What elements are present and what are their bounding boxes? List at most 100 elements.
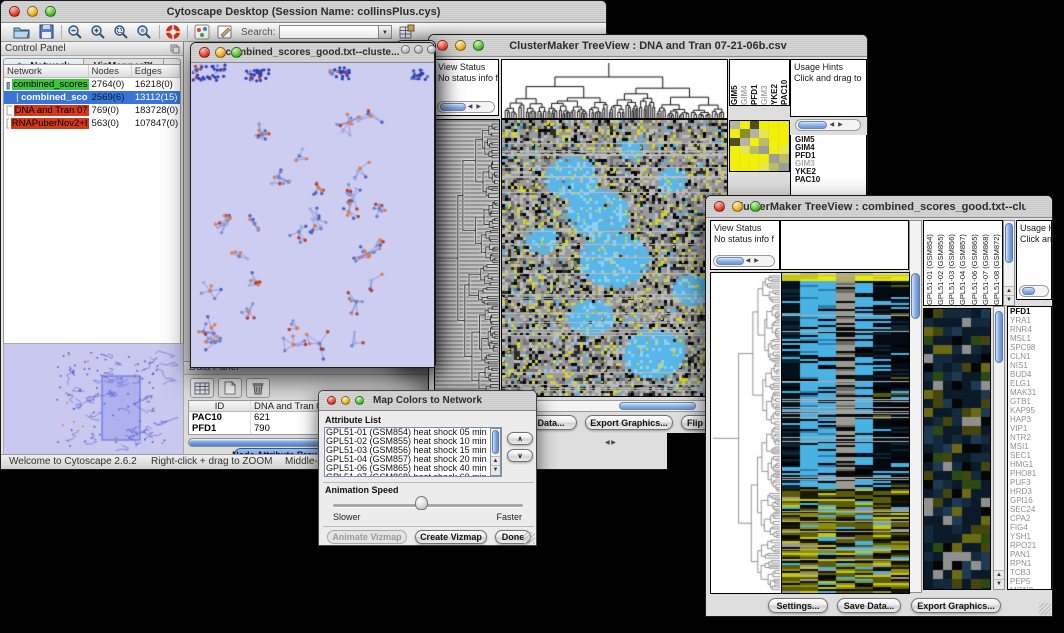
gene-label[interactable]: BUD4 [1010, 370, 1051, 379]
minimize-button[interactable] [732, 201, 743, 212]
gene-label[interactable]: FIG4 [1010, 523, 1051, 532]
matrix-cell[interactable] [730, 146, 740, 154]
gene-label[interactable]: SEC24 [1010, 505, 1051, 514]
matrix-cell[interactable] [759, 129, 769, 137]
zoom-row-labels[interactable]: GIM5GIM4PFD1GIM3YKE2PAC10 [791, 135, 866, 184]
close-button[interactable] [714, 201, 725, 212]
column-tree-area[interactable] [780, 220, 909, 270]
gene-label[interactable]: PAC10 [795, 176, 866, 184]
array-label[interactable]: GIM4 [740, 60, 749, 105]
gene-label[interactable]: HMG1 [1010, 460, 1051, 469]
treeview2-column-labels[interactable]: GPL51-01 (GSM854)GPL51-02 (GSM855)GPL51-… [923, 220, 1003, 306]
network-title-bar[interactable]: combined_scores_good.txt--cluste... [191, 43, 434, 63]
matrix-cell[interactable] [730, 121, 740, 129]
minimize-button[interactable] [27, 6, 38, 17]
matrix-cell[interactable] [730, 163, 740, 171]
matrix-cell[interactable] [779, 121, 789, 129]
network-overview-canvas[interactable] [3, 343, 184, 455]
gene-label[interactable]: YRA1 [1010, 316, 1051, 325]
array-label[interactable]: GPL51-02 (GSM855) [936, 221, 945, 305]
export-graphics-button[interactable]: Export Graphics... [911, 598, 1001, 613]
scroll-arrows[interactable]: ◀ ▶ [605, 439, 616, 446]
gene-label[interactable]: NTR2 [1010, 433, 1051, 442]
attribute-list-scrollbar[interactable]: ▲ ▼ [490, 428, 501, 476]
zoom-button[interactable] [45, 6, 56, 17]
matrix-cell[interactable] [740, 129, 750, 137]
gene-label[interactable]: VIP1 [1010, 424, 1051, 433]
zoom-selected-button[interactable] [136, 24, 154, 40]
gene-label[interactable]: MSL1 [1010, 334, 1051, 343]
matrix-cell[interactable] [730, 138, 740, 146]
animate-vizmap-button[interactable]: Animate Vizmap [327, 530, 407, 544]
matrix-cell[interactable] [779, 146, 789, 154]
export-graphics-button[interactable]: Export Graphics... [585, 415, 673, 430]
array-label[interactable]: PAC10 [780, 60, 789, 105]
attribute-select-icon[interactable] [190, 378, 214, 398]
matrix-cell[interactable] [740, 138, 750, 146]
minimize-button[interactable] [414, 45, 423, 54]
array-label[interactable]: GPL51-08 (GSM872) [992, 221, 1001, 305]
gene-label[interactable]: SPC98 [1010, 343, 1051, 352]
usage-hints-scrollbar[interactable] [1019, 285, 1049, 297]
gene-label[interactable]: KAP95 [1010, 406, 1051, 415]
treeview1-heatmap-canvas[interactable] [501, 119, 728, 397]
col-edges[interactable]: Edges [132, 65, 180, 77]
gene-list-scrollbar[interactable]: ▲ ▼ [993, 306, 1005, 590]
open-session-button[interactable] [13, 24, 31, 40]
gene-label[interactable]: HRD3 [1010, 487, 1051, 496]
matrix-cell[interactable] [740, 154, 750, 162]
matrix-cell[interactable] [769, 154, 779, 162]
matrix-cell[interactable] [750, 129, 760, 137]
matrix-cell[interactable] [740, 121, 750, 129]
create-vizmap-button[interactable]: Create Vizmap [415, 530, 487, 544]
attribute-item[interactable]: GPL51-07 (GSM868) heat shock 60 min [326, 473, 489, 477]
zoom-matrix[interactable] [729, 120, 790, 172]
zoom-button[interactable] [750, 201, 761, 212]
close-button[interactable] [327, 396, 336, 405]
main-title-bar[interactable]: Cytoscape Desktop (Session Name: collins… [1, 1, 606, 23]
slider-thumb[interactable] [415, 496, 428, 510]
matrix-cell[interactable] [779, 129, 789, 137]
view-status-scrollbar[interactable]: ◀▶ [713, 255, 775, 267]
delete-attribute-icon[interactable] [246, 378, 270, 398]
gene-label[interactable]: TCB3 [1010, 568, 1051, 577]
array-label[interactable]: GPL51-04 (GSM857) [958, 221, 967, 305]
matrix-cell[interactable] [750, 154, 760, 162]
col-network[interactable]: Network [4, 65, 89, 77]
move-down-button[interactable]: ∨ [507, 449, 533, 462]
col-id[interactable]: ID [189, 401, 251, 411]
gene-label[interactable]: PEP5 [1010, 577, 1051, 586]
new-attribute-icon[interactable] [218, 378, 242, 398]
gene-label[interactable]: MON2 [1010, 586, 1051, 590]
array-label[interactable]: PFD1 [750, 60, 759, 105]
zoom-button[interactable] [473, 40, 484, 51]
matrix-cell[interactable] [740, 163, 750, 171]
edit-network-icon[interactable] [217, 24, 235, 40]
gene-label[interactable]: YSH1 [1010, 532, 1051, 541]
matrix-cell[interactable] [769, 138, 779, 146]
attribute-listbox[interactable]: GPL51-01 (GSM854) heat shock 05 minGPL51… [324, 427, 502, 477]
gene-label[interactable]: MSI1 [1010, 442, 1051, 451]
array-label[interactable]: GIM3 [760, 60, 769, 105]
search-dropdown-arrow[interactable]: ▼ [379, 25, 392, 39]
matrix-cell[interactable] [769, 146, 779, 154]
matrix-cell[interactable] [759, 154, 769, 162]
array-label[interactable]: YKE2 [770, 60, 779, 105]
matrix-cell[interactable] [740, 146, 750, 154]
treeview1-column-labels[interactable]: GIM5GIM4PFD1GIM3YKE2PAC10 [729, 59, 790, 106]
gene-label[interactable]: GTB1 [1010, 397, 1051, 406]
array-label[interactable]: GPL51-07 (GSM868) [981, 221, 990, 305]
matrix-cell[interactable] [759, 138, 769, 146]
treeview2-title-bar[interactable]: ClusterMaker TreeView : combined_scores_… [706, 196, 1052, 218]
minimize-button[interactable] [215, 47, 226, 58]
gene-label[interactable]: CPA2 [1010, 514, 1051, 523]
treeview1-title-bar[interactable]: ClusterMaker TreeView : DNA and Tran 07-… [429, 35, 867, 57]
settings-button[interactable]: Settings... [768, 598, 828, 613]
resize-grip[interactable] [523, 532, 535, 544]
search-input[interactable] [279, 25, 379, 39]
gene-name-list[interactable]: PFD1YRA1RNR4MSL1SPC98CLN1NIS1BUD4ELG1MAK… [1007, 306, 1052, 590]
zoom-button[interactable] [231, 47, 242, 58]
gene-label[interactable]: CLN1 [1010, 352, 1051, 361]
network-tree-row[interactable]: combined_scores2764(0)16218(0) [4, 78, 180, 91]
matrix-cell[interactable] [769, 163, 779, 171]
